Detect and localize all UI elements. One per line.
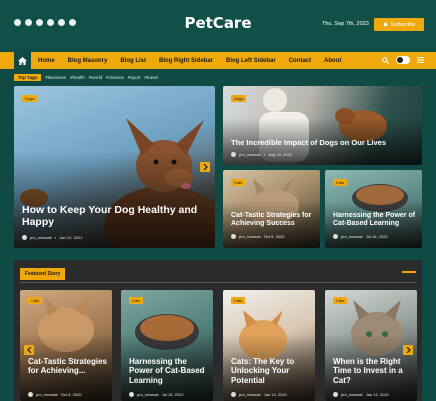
side-top-category[interactable]: Dogs xyxy=(231,95,247,102)
side-right-category[interactable]: Cats xyxy=(333,179,348,186)
featured-3-title[interactable]: Cats: The Key to Unlocking Your Potentia… xyxy=(231,357,311,385)
featured-3-meta: pro_newsair Jan 12, 2021 xyxy=(231,392,287,397)
tag-business[interactable]: #Business xyxy=(45,75,66,80)
side-top-author[interactable]: pro_newsair xyxy=(239,152,261,157)
tag-sport[interactable]: #sport xyxy=(128,75,141,80)
featured-story-title: Featured Story xyxy=(20,268,66,280)
side-post-left[interactable]: Cats Cat-Tastic Strategies for Achieving… xyxy=(223,170,320,248)
tags-bar: Top Tags #Business #health #world #close… xyxy=(14,73,158,81)
menu-icon[interactable] xyxy=(417,57,424,63)
hero-author[interactable]: pro_newsair xyxy=(30,235,52,240)
chevron-right-icon xyxy=(406,347,411,353)
calendar-icon: ▪ xyxy=(263,152,266,157)
tag-world[interactable]: #world xyxy=(89,75,102,80)
featured-accent xyxy=(402,271,416,273)
nav-item-blog-left-sidebar[interactable]: Blog Left Sidebar xyxy=(226,58,276,64)
side-left-category[interactable]: Cats xyxy=(231,179,246,186)
hero-shade xyxy=(14,150,215,248)
side-right-meta: pro_newsair Jul 16, 2022 xyxy=(333,234,388,239)
featured-2-author[interactable]: pro_newsair xyxy=(137,392,159,397)
side-post-right[interactable]: Cats Harnessing the Power of Cat-Based L… xyxy=(325,170,422,248)
featured-4-date: Jan 12, 2021 xyxy=(365,392,389,397)
nav-item-blog-right-sidebar[interactable]: Blog Right Sidebar xyxy=(159,58,213,64)
side-top-date: Aug 18, 2022 xyxy=(268,152,293,157)
featured-card-4[interactable]: Cats When is the Right Time to Invest in… xyxy=(325,290,417,401)
side-right-title[interactable]: Harnessing the Power of Cat-Based Learni… xyxy=(333,212,419,229)
featured-2-meta: pro_newsair Jul 16, 2022 xyxy=(129,392,184,397)
hero-title[interactable]: How to Keep Your Dog Healthy and Happy xyxy=(22,204,202,229)
hero-meta: pro_newsair ▪ Jan 12, 2021 xyxy=(22,235,82,240)
calendar-icon: ▪ xyxy=(54,235,57,240)
hero-post[interactable]: Dogs How to Keep Your Dog Healthy and Ha… xyxy=(14,86,215,248)
author-avatar xyxy=(28,392,33,397)
nav-item-about[interactable]: About xyxy=(324,58,341,64)
author-avatar xyxy=(333,234,338,239)
chevron-left-icon xyxy=(26,347,31,353)
featured-3-date: Jan 12, 2021 xyxy=(263,392,287,397)
featured-2-title[interactable]: Harnessing the Power of Cat-Based Learni… xyxy=(129,357,209,385)
current-date: Thu. Sep 7th, 2023 xyxy=(322,21,369,27)
top-tags-label: Top Tags xyxy=(14,73,42,81)
hero-date: Jan 12, 2021 xyxy=(59,235,83,240)
featured-1-title[interactable]: Cat-Tastic Strategies for Achieving... xyxy=(28,357,108,376)
nav-item-home[interactable]: Home xyxy=(38,58,55,64)
featured-3-category[interactable]: Cats xyxy=(231,297,246,304)
featured-card-1[interactable]: Cats Cat-Tastic Strategies for Achieving… xyxy=(20,290,112,401)
featured-1-date: Oct 5, 2020 xyxy=(60,392,82,397)
home-button[interactable] xyxy=(14,52,31,69)
tag-travel[interactable]: #travel xyxy=(144,75,158,80)
featured-4-author[interactable]: pro_newsair xyxy=(341,392,363,397)
tag-closeos[interactable]: #closeos xyxy=(106,75,124,80)
featured-divider xyxy=(20,282,416,283)
side-left-meta: pro_newsair Oct 5, 2020 xyxy=(231,234,284,239)
side-left-title[interactable]: Cat-Tastic Strategies for Achieving Succ… xyxy=(231,212,316,229)
nav-item-blog-masonry[interactable]: Blog Masonry xyxy=(68,58,108,64)
side-right-author[interactable]: pro_newsair xyxy=(341,234,363,239)
featured-1-author[interactable]: pro_newsair xyxy=(36,392,58,397)
tag-health[interactable]: #health xyxy=(70,75,85,80)
side-right-date: Jul 16, 2022 xyxy=(365,234,388,239)
top-bar: PetCare Thu. Sep 7th, 2023 Subscribe xyxy=(0,0,436,50)
author-avatar xyxy=(129,392,134,397)
subscribe-label: Subscribe xyxy=(390,21,416,28)
main-navigation: Home Blog Masonry Blog List Blog Right S… xyxy=(0,52,436,69)
dark-mode-toggle[interactable] xyxy=(396,56,410,64)
author-avatar xyxy=(231,392,236,397)
featured-1-category[interactable]: Cats xyxy=(28,297,43,304)
nav-item-contact[interactable]: Contact xyxy=(289,58,311,64)
featured-prev-arrow[interactable] xyxy=(24,345,34,355)
side-top-title[interactable]: The Incredible Impact of Dogs on Our Liv… xyxy=(231,138,416,148)
subscribe-button[interactable]: Subscribe xyxy=(374,18,424,31)
home-icon xyxy=(18,56,27,65)
featured-4-meta: pro_newsair Jan 12, 2021 xyxy=(333,392,389,397)
bell-icon xyxy=(383,22,388,26)
hero-category-badge[interactable]: Dogs xyxy=(22,95,38,102)
featured-4-category[interactable]: Cats xyxy=(333,297,348,304)
author-avatar xyxy=(231,234,236,239)
site-logo[interactable]: PetCare xyxy=(0,14,436,32)
featured-2-category[interactable]: Cats xyxy=(129,297,144,304)
side-top-meta: pro_newsair ▪ Aug 18, 2022 xyxy=(231,152,292,157)
author-avatar xyxy=(333,392,338,397)
featured-1-meta: pro_newsair Oct 5, 2020 xyxy=(28,392,81,397)
nav-item-blog-list[interactable]: Blog List xyxy=(120,58,146,64)
featured-card-2[interactable]: Cats Harnessing the Power of Cat-Based L… xyxy=(121,290,213,401)
featured-2-date: Jul 16, 2022 xyxy=(161,392,184,397)
author-avatar xyxy=(22,235,27,240)
side-post-top[interactable]: Dogs The Incredible Impact of Dogs on Ou… xyxy=(223,86,422,165)
chevron-right-icon xyxy=(203,164,208,170)
author-avatar xyxy=(231,152,236,157)
featured-card-3[interactable]: Cats Cats: The Key to Unlocking Your Pot… xyxy=(223,290,315,401)
carousel-next-arrow[interactable] xyxy=(200,162,210,172)
featured-3-author[interactable]: pro_newsair xyxy=(239,392,261,397)
search-icon[interactable] xyxy=(382,56,389,64)
side-left-author[interactable]: pro_newsair xyxy=(239,234,261,239)
featured-next-arrow[interactable] xyxy=(403,345,413,355)
side-left-date: Oct 5, 2020 xyxy=(263,234,285,239)
featured-4-title[interactable]: When is the Right Time to Invest in a Ca… xyxy=(333,357,411,385)
